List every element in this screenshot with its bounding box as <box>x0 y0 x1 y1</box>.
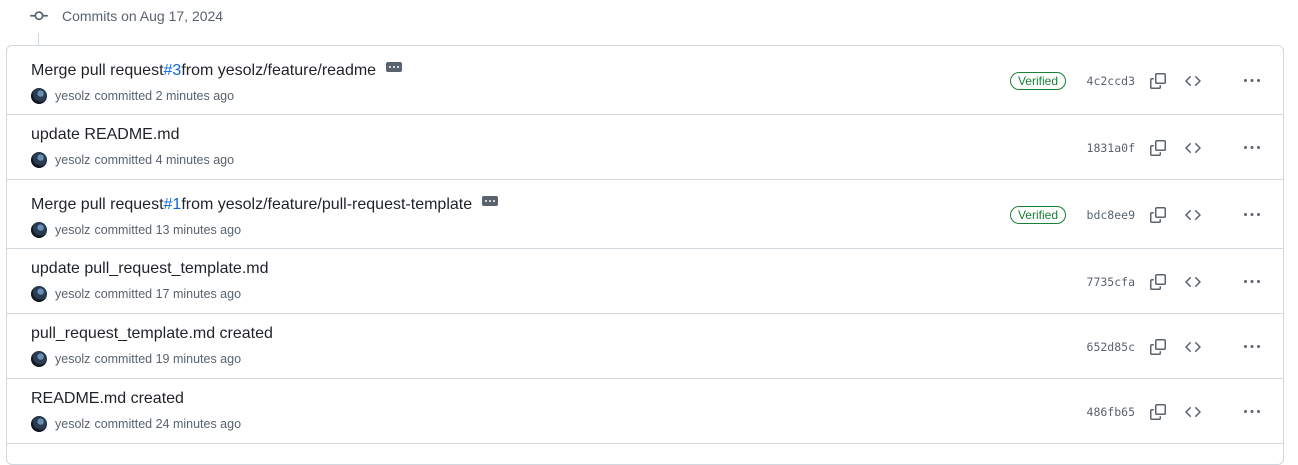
commit-actions: Verified bdc8ee9 <box>883 180 1283 248</box>
code-icon[interactable] <box>1183 138 1203 158</box>
copy-icon[interactable] <box>1148 272 1168 292</box>
commit-sha-link[interactable]: bdc8ee9 <box>1087 208 1135 222</box>
kebab-horizontal-icon[interactable] <box>1242 138 1262 158</box>
author-link[interactable]: yesolz <box>55 223 90 237</box>
pull-request-link[interactable]: #3 <box>164 62 182 80</box>
code-icon[interactable] <box>1183 337 1203 357</box>
commit-message[interactable]: Merge pull request <box>31 196 164 214</box>
code-icon[interactable] <box>1183 71 1203 91</box>
commit-title[interactable]: Merge pull request #3 from yesolz/featur… <box>31 62 403 80</box>
commit-meta: yesolz committed 24 minutes ago <box>31 416 241 432</box>
commit-title[interactable]: Merge pull request #1 from yesolz/featur… <box>31 196 499 214</box>
commit-meta: yesolz committed 17 minutes ago <box>31 286 241 302</box>
commit-row: pull_request_template.md created yesolz … <box>7 314 1283 379</box>
commit-title[interactable]: update pull_request_template.md <box>31 260 269 278</box>
commit-list: Merge pull request #3 from yesolz/featur… <box>6 45 1284 465</box>
commit-message-suffix[interactable]: from yesolz/feature/pull-request-templat… <box>181 196 472 214</box>
code-icon[interactable] <box>1183 205 1203 225</box>
commit-title[interactable]: pull_request_template.md created <box>31 325 273 343</box>
expand-message-button[interactable] <box>386 62 403 72</box>
commit-time: committed 2 minutes ago <box>94 89 235 103</box>
commit-sha-link[interactable]: 7735cfa <box>1087 275 1135 289</box>
copy-icon[interactable] <box>1148 205 1168 225</box>
commit-actions: Verified 4c2ccd3 <box>883 46 1283 114</box>
copy-icon[interactable] <box>1148 402 1168 422</box>
avatar[interactable] <box>31 222 47 238</box>
avatar[interactable] <box>31 351 47 367</box>
pull-request-link[interactable]: #1 <box>164 196 182 214</box>
copy-icon[interactable] <box>1148 337 1168 357</box>
verified-badge[interactable]: Verified <box>1009 206 1066 224</box>
avatar[interactable] <box>31 416 47 432</box>
commit-sha-link[interactable]: 1831a0f <box>1087 141 1135 155</box>
author-link[interactable]: yesolz <box>55 417 90 431</box>
commit-row: update pull_request_template.md yesolz c… <box>7 249 1283 314</box>
copy-icon[interactable] <box>1148 138 1168 158</box>
verified-badge[interactable]: Verified <box>1009 72 1066 90</box>
commit-time: committed 24 minutes ago <box>94 417 242 431</box>
avatar[interactable] <box>31 88 47 104</box>
commit-group-header: Commits on Aug 17, 2024 <box>30 4 223 28</box>
commit-title[interactable]: README.md created <box>31 390 184 408</box>
commit-row: update README.md yesolz committed 4 minu… <box>7 115 1283 180</box>
commit-time: committed 4 minutes ago <box>94 153 235 167</box>
kebab-horizontal-icon[interactable] <box>1242 71 1262 91</box>
commit-message[interactable]: README.md created <box>31 390 184 408</box>
commit-time: committed 19 minutes ago <box>94 352 242 366</box>
code-icon[interactable] <box>1183 272 1203 292</box>
copy-icon[interactable] <box>1148 71 1168 91</box>
commit-row: Merge pull request #3 from yesolz/featur… <box>7 46 1283 115</box>
commit-message[interactable]: Merge pull request <box>31 62 164 80</box>
commit-actions: 652d85c <box>883 314 1283 378</box>
author-link[interactable]: yesolz <box>55 153 90 167</box>
commit-meta: yesolz committed 4 minutes ago <box>31 152 234 168</box>
commit-actions: 7735cfa <box>883 249 1283 313</box>
commit-meta: yesolz committed 19 minutes ago <box>31 351 241 367</box>
expand-message-button[interactable] <box>482 196 499 206</box>
code-icon[interactable] <box>1183 402 1203 422</box>
commit-message[interactable]: update README.md <box>31 126 180 144</box>
commit-sha-link[interactable]: 486fb65 <box>1087 405 1135 419</box>
git-commit-icon <box>30 11 48 21</box>
commit-actions: 486fb65 <box>883 379 1283 443</box>
commit-meta: yesolz committed 2 minutes ago <box>31 88 234 104</box>
author-link[interactable]: yesolz <box>55 89 90 103</box>
author-link[interactable]: yesolz <box>55 352 90 366</box>
commit-row: Merge pull request #1 from yesolz/featur… <box>7 180 1283 249</box>
commit-sha-link[interactable]: 4c2ccd3 <box>1087 74 1135 88</box>
author-link[interactable]: yesolz <box>55 287 90 301</box>
kebab-horizontal-icon[interactable] <box>1242 272 1262 292</box>
commit-time: committed 17 minutes ago <box>94 287 242 301</box>
commit-message[interactable]: update pull_request_template.md <box>31 260 269 278</box>
commit-message[interactable]: pull_request_template.md created <box>31 325 273 343</box>
commit-meta: yesolz committed 13 minutes ago <box>31 222 241 238</box>
kebab-horizontal-icon[interactable] <box>1242 205 1262 225</box>
kebab-horizontal-icon[interactable] <box>1242 402 1262 422</box>
commit-group-date: Commits on Aug 17, 2024 <box>62 8 224 24</box>
avatar[interactable] <box>31 152 47 168</box>
commit-row: README.md created yesolz committed 24 mi… <box>7 379 1283 444</box>
commit-time: committed 13 minutes ago <box>94 223 242 237</box>
kebab-horizontal-icon[interactable] <box>1242 337 1262 357</box>
commit-message-suffix[interactable]: from yesolz/feature/readme <box>181 62 376 80</box>
commit-sha-link[interactable]: 652d85c <box>1087 340 1135 354</box>
commit-actions: 1831a0f <box>883 115 1283 179</box>
avatar[interactable] <box>31 286 47 302</box>
timeline-line <box>38 33 39 45</box>
commit-title[interactable]: update README.md <box>31 126 180 144</box>
